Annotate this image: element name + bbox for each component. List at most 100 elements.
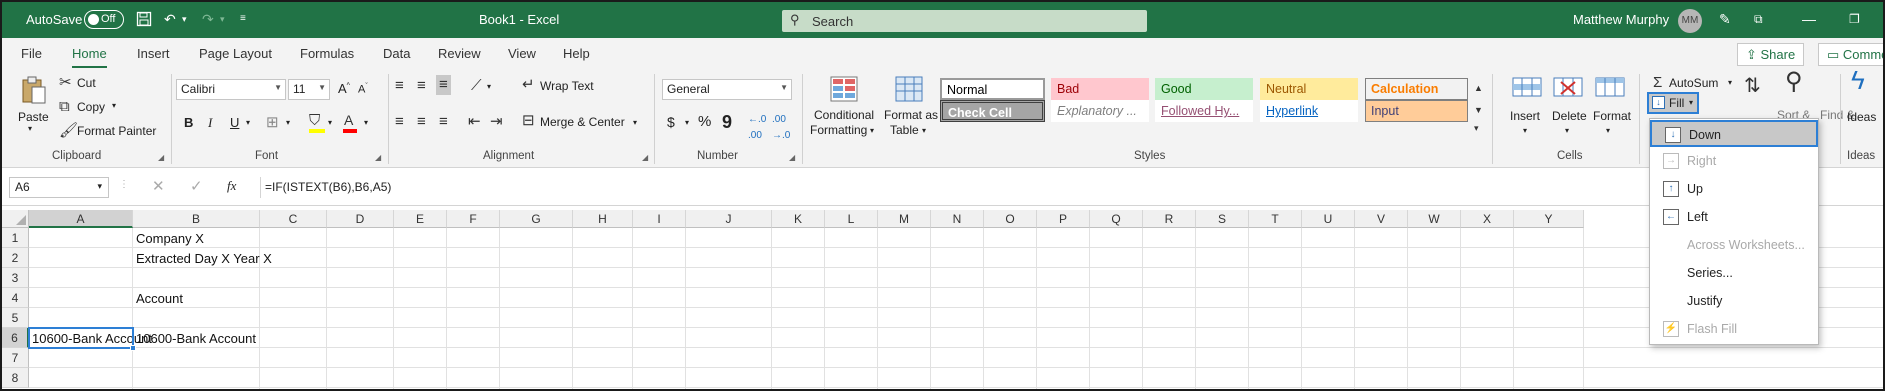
tab-view[interactable]: View — [508, 46, 536, 61]
italic-button[interactable]: I — [208, 115, 212, 131]
cell-style-good[interactable]: Good — [1155, 78, 1253, 100]
column-header-u[interactable]: U — [1302, 210, 1355, 228]
currency-dropdown-icon[interactable]: ▾ — [685, 118, 689, 127]
cell-style-hyperlink[interactable]: Hyperlink — [1260, 100, 1358, 122]
ideas-icon[interactable]: ϟ — [1851, 67, 1865, 93]
borders-dropdown-icon[interactable]: ▾ — [286, 118, 290, 127]
gallery-more-icon[interactable]: ▾ — [1474, 120, 1479, 136]
delete-cells-icon[interactable] — [1553, 74, 1583, 100]
shrink-font-button[interactable]: Aˇ — [358, 83, 368, 96]
cell-b2[interactable]: Extracted Day X Year X — [133, 251, 272, 266]
font-family-select[interactable]: Calibri ▼ — [176, 79, 286, 100]
decrease-indent-icon[interactable]: ⇤ — [468, 114, 481, 130]
fill-menu-item-down[interactable]: ↓ Down — [1650, 120, 1818, 147]
conditional-formatting-line1[interactable]: Conditional — [814, 108, 874, 122]
underline-button[interactable]: U — [230, 115, 239, 130]
cell-b1[interactable]: Company X — [133, 231, 204, 246]
minimize-icon[interactable]: — — [1802, 11, 1816, 27]
fill-menu-item-justify[interactable]: Justify — [1650, 288, 1818, 315]
column-header-g[interactable]: G — [500, 210, 573, 228]
fill-handle[interactable] — [130, 345, 136, 351]
format-painter-button[interactable]: Format Painter — [77, 124, 156, 138]
ribbon-display-icon[interactable]: ⧉ — [1754, 11, 1763, 27]
column-header-j[interactable]: J — [686, 210, 772, 228]
select-all-corner[interactable] — [2, 210, 29, 228]
column-header-a[interactable]: A — [29, 210, 133, 228]
conditional-formatting-icon[interactable] — [830, 76, 858, 102]
bold-button[interactable]: B — [184, 115, 193, 130]
column-header-x[interactable]: X — [1461, 210, 1514, 228]
column-header-h[interactable]: H — [573, 210, 633, 228]
column-header-n[interactable]: N — [931, 210, 984, 228]
delete-cells-button[interactable]: Delete — [1552, 109, 1587, 123]
name-box[interactable]: A6 ▾ — [9, 177, 109, 198]
tab-data[interactable]: Data — [383, 46, 410, 61]
increase-decimal-icon[interactable]: ←.0.00 — [748, 112, 766, 144]
cell-style-neutral[interactable]: Neutral — [1260, 78, 1358, 100]
row-header-1[interactable]: 1 — [2, 228, 29, 248]
delete-dropdown-icon[interactable]: ▾ — [1565, 126, 1569, 135]
pen-icon[interactable]: ✎ — [1719, 11, 1731, 27]
insert-cells-button[interactable]: Insert — [1510, 109, 1540, 123]
increase-indent-icon[interactable]: ⇥ — [490, 114, 503, 130]
gallery-down-icon[interactable]: ▼ — [1474, 102, 1483, 118]
row-header-8[interactable]: 8 — [2, 368, 29, 388]
cancel-icon[interactable]: ✕ — [152, 177, 165, 195]
underline-dropdown-icon[interactable]: ▾ — [246, 118, 250, 127]
avatar[interactable]: MM — [1678, 9, 1702, 33]
sort-filter-icon[interactable]: ⇅ — [1744, 76, 1761, 96]
row-header-6[interactable]: 6 — [2, 328, 29, 348]
font-color-dropdown-icon[interactable]: ▾ — [364, 118, 368, 127]
column-header-q[interactable]: Q — [1090, 210, 1143, 228]
column-header-b[interactable]: B — [133, 210, 260, 228]
row-header-5[interactable]: 5 — [2, 308, 29, 328]
cell-style-followed-hy[interactable]: Followed Hy... — [1155, 100, 1253, 122]
more-options-icon[interactable]: ⋮ — [119, 179, 129, 190]
comma-button[interactable]: 9 — [722, 112, 732, 133]
undo-icon[interactable]: ↶ — [164, 11, 176, 27]
column-header-c[interactable]: C — [260, 210, 327, 228]
fill-menu-item-up[interactable]: ↑ Up — [1650, 176, 1818, 203]
fill-menu-item-series[interactable]: Series... — [1650, 260, 1818, 287]
autosave-toggle[interactable]: Off — [84, 10, 124, 29]
cell-style-calculation[interactable]: Calculation — [1365, 78, 1468, 100]
tab-insert[interactable]: Insert — [137, 46, 170, 61]
column-header-e[interactable]: E — [394, 210, 447, 228]
orientation-icon[interactable]: ⟋ — [471, 78, 482, 94]
column-header-p[interactable]: P — [1037, 210, 1090, 228]
tab-file[interactable]: File — [21, 46, 42, 61]
merge-center-button[interactable]: Merge & Center — [540, 115, 625, 129]
cell-style-explanatory[interactable]: Explanatory ... — [1051, 100, 1149, 122]
fill-color-icon[interactable]: ⛉ — [309, 113, 325, 133]
restore-icon[interactable]: ❐ — [1849, 11, 1860, 27]
autosum-dropdown-icon[interactable]: ▾ — [1728, 78, 1732, 87]
align-right-icon[interactable]: ≡ — [439, 114, 448, 130]
align-center-icon[interactable]: ≡ — [417, 114, 426, 130]
search-box[interactable]: ⚲ Search — [782, 10, 1147, 32]
tab-home[interactable]: Home — [72, 46, 107, 69]
align-top-icon[interactable]: ≡ — [395, 78, 404, 94]
orientation-dropdown-icon[interactable]: ▾ — [487, 82, 491, 91]
ideas-button[interactable]: Ideas — [1847, 110, 1876, 124]
font-launcher-icon[interactable]: ◢ — [375, 153, 381, 162]
format-cells-icon[interactable] — [1595, 74, 1625, 100]
cell-style-bad[interactable]: Bad — [1051, 78, 1149, 100]
cell-b6[interactable]: 10600-Bank Account — [133, 331, 256, 346]
worksheet-grid[interactable]: ABCDEFGHIJKLMNOPQRSTUVWXY 12345678 Compa… — [2, 210, 1883, 389]
paste-label[interactable]: Paste — [18, 110, 49, 124]
column-header-s[interactable]: S — [1196, 210, 1249, 228]
column-header-m[interactable]: M — [878, 210, 931, 228]
format-dropdown-icon[interactable]: ▾ — [1606, 126, 1610, 135]
copy-dropdown-icon[interactable]: ▾ — [112, 101, 116, 110]
column-header-l[interactable]: L — [825, 210, 878, 228]
cell-style-normal[interactable]: Normal — [940, 78, 1045, 100]
column-header-o[interactable]: O — [984, 210, 1037, 228]
decrease-decimal-icon[interactable]: .00 →.0 — [772, 112, 790, 144]
grow-font-button[interactable]: A^ — [338, 81, 350, 96]
row-header-2[interactable]: 2 — [2, 248, 29, 268]
row-header-3[interactable]: 3 — [2, 268, 29, 288]
column-header-k[interactable]: K — [772, 210, 825, 228]
row-header-7[interactable]: 7 — [2, 348, 29, 368]
insert-cells-icon[interactable] — [1512, 74, 1542, 100]
column-header-r[interactable]: R — [1143, 210, 1196, 228]
